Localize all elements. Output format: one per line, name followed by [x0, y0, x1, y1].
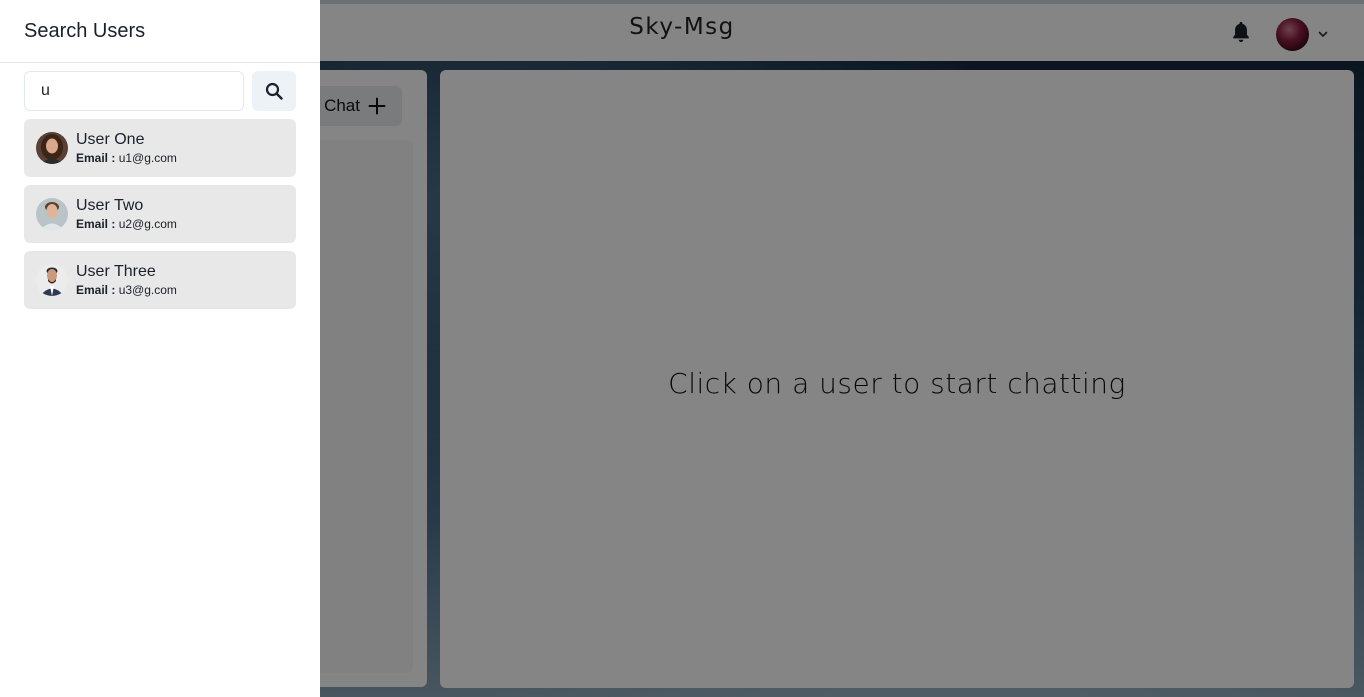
- drawer-header: Search Users: [0, 0, 320, 63]
- search-input[interactable]: [24, 71, 244, 111]
- user-search-results: User One Email : u1@g.com User Two Email…: [24, 119, 296, 317]
- search-button[interactable]: [252, 71, 296, 111]
- user-email: Email : u3@g.com: [76, 283, 177, 297]
- avatar: [36, 198, 68, 230]
- user-name: User Three: [76, 263, 156, 280]
- user-name: User Two: [76, 197, 144, 214]
- search-icon: [265, 82, 283, 100]
- user-list-item[interactable]: User Two Email : u2@g.com: [24, 185, 296, 243]
- user-name: User One: [76, 131, 145, 148]
- drawer-title: Search Users: [24, 19, 146, 42]
- avatar: [36, 132, 68, 164]
- search-users-drawer: Search Users User One Email : u1@g.com: [0, 0, 320, 697]
- search-row: [24, 71, 296, 111]
- user-email: Email : u2@g.com: [76, 217, 177, 231]
- user-list-item[interactable]: User One Email : u1@g.com: [24, 119, 296, 177]
- user-email: Email : u1@g.com: [76, 151, 177, 165]
- avatar: [36, 264, 68, 296]
- user-list-item[interactable]: User Three Email : u3@g.com: [24, 251, 296, 309]
